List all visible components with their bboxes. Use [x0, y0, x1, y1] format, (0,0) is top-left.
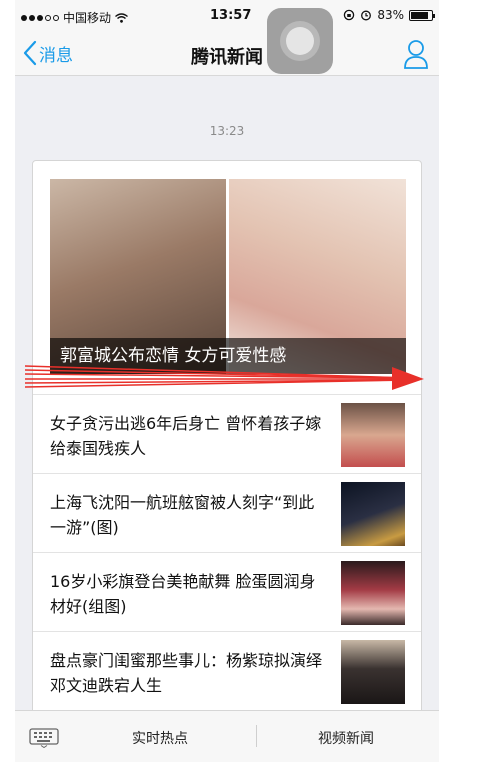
status-bar: 中国移动 13:57 83% — [15, 0, 439, 34]
carrier-label: 中国移动 — [63, 11, 112, 25]
news-headline: 上海飞沈阳一航班舷窗被人刻字“到此一游”(图) — [50, 493, 315, 537]
news-thumbnail — [341, 482, 405, 546]
news-card: 郭富城公布恋情 女方可爱性感 女子贪污出逃6年后身亡 曾怀着孩子嫁给泰国残疾人 … — [32, 160, 422, 720]
tab-video-news[interactable]: 视频新闻 — [318, 728, 374, 748]
navigation-bar: 消息 腾讯新闻 — [15, 34, 439, 76]
hero-story[interactable]: 郭富城公布恋情 女方可爱性感 — [50, 179, 406, 374]
news-headline: 女子贪污出逃6年后身亡 曾怀着孩子嫁给泰国残疾人 — [50, 414, 322, 458]
battery-icon — [409, 9, 435, 21]
tab-divider — [256, 725, 257, 747]
news-item[interactable]: 女子贪污出逃6年后身亡 曾怀着孩子嫁给泰国残疾人 — [33, 394, 421, 473]
keyboard-icon — [29, 728, 59, 749]
news-thumbnail — [341, 561, 405, 625]
battery-percent: 83% — [377, 8, 404, 22]
news-item[interactable]: 盘点豪门闺蜜那些事儿：杨紫琼拟演绎邓文迪跌宕人生 — [33, 631, 421, 710]
signal-icon — [21, 14, 59, 21]
news-headline: 16岁小彩旗登台美艳献舞 脸蛋圆润身材好(组图) — [50, 572, 316, 616]
status-left: 中国移动 — [21, 9, 128, 26]
news-thumbnail — [341, 403, 405, 467]
profile-button[interactable] — [403, 38, 429, 74]
news-headline: 盘点豪门闺蜜那些事儿：杨紫琼拟演绎邓文迪跌宕人生 — [50, 651, 323, 695]
status-time: 13:57 — [210, 8, 252, 23]
message-timestamp: 13:23 — [209, 124, 245, 138]
rotation-lock-icon — [344, 9, 355, 21]
red-arrow-annotation — [24, 365, 424, 390]
news-list: 女子贪污出逃6年后身亡 曾怀着孩子嫁给泰国残疾人 上海飞沈阳一航班舷窗被人刻字“… — [33, 394, 421, 710]
news-item[interactable]: 上海飞沈阳一航班舷窗被人刻字“到此一游”(图) — [33, 473, 421, 552]
bottom-tab-bar: 实时热点 视频新闻 — [15, 710, 439, 762]
tab-realtime-hot[interactable]: 实时热点 — [132, 728, 188, 748]
keyboard-toggle-button[interactable] — [29, 728, 59, 752]
profile-icon — [404, 40, 428, 69]
alarm-icon — [361, 10, 372, 21]
page-title: 腾讯新闻 — [191, 47, 263, 68]
wifi-icon — [115, 12, 128, 23]
status-right: 83% — [343, 8, 435, 22]
assistive-touch-button[interactable] — [267, 8, 333, 74]
news-thumbnail — [341, 640, 405, 704]
news-item[interactable]: 16岁小彩旗登台美艳献舞 脸蛋圆润身材好(组图) — [33, 552, 421, 631]
